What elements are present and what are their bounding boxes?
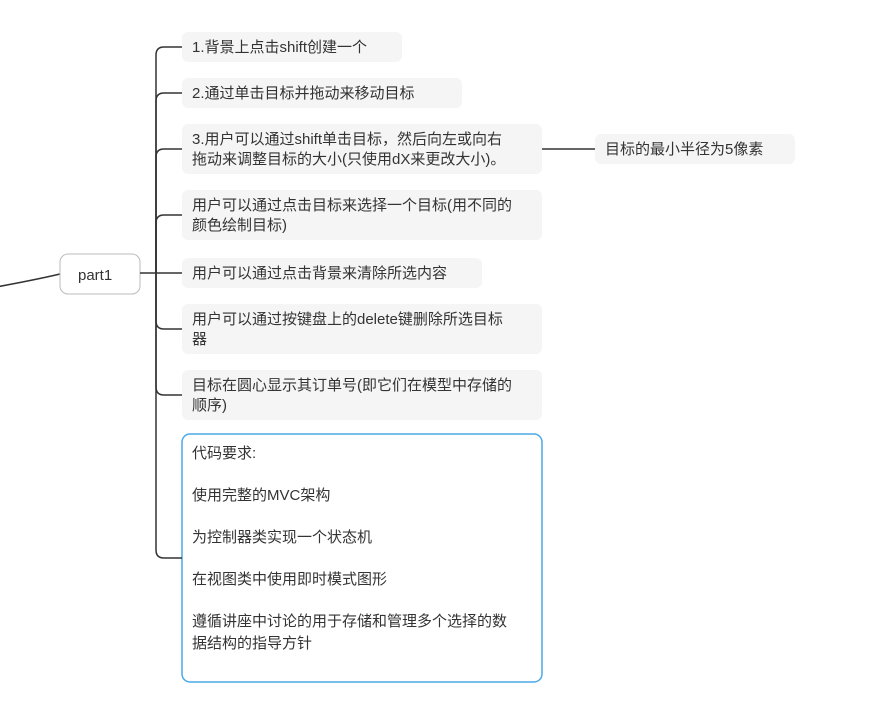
node-2[interactable]: 2.通过单击目标并拖动来移动目标 (182, 78, 462, 108)
node-8-line3: 使用完整的MVC架构 (192, 487, 330, 504)
node-4-line2: 颜色绘制目标) (192, 217, 287, 234)
node-8-selected[interactable]: 代码要求: 使用完整的MVC架构 为控制器类实现一个状态机 在视图类中使用即时模… (182, 434, 542, 682)
node-5[interactable]: 用户可以通过点击背景来清除所选内容 (182, 258, 482, 288)
node-7-line2: 顺序) (192, 397, 227, 414)
mindmap-canvas: part1 1.背景上点击shift创建一个 2.通过单击目标并拖动来移动目标 … (0, 0, 869, 703)
node-2-text: 2.通过单击目标并拖动来移动目标 (192, 85, 415, 102)
node-6[interactable]: 用户可以通过按键盘上的delete键删除所选目标 器 (182, 304, 542, 354)
node-6-line2: 器 (192, 331, 207, 348)
node-4[interactable]: 用户可以通过点击目标来选择一个目标(用不同的 颜色绘制目标) (182, 190, 542, 240)
root-label: part1 (78, 267, 112, 284)
node-3[interactable]: 3.用户可以通过shift单击目标，然后向左或向右 拖动来调整目标的大小(只使用… (182, 124, 542, 174)
node-5-text: 用户可以通过点击背景来清除所选内容 (192, 265, 447, 282)
node-3-line2: 拖动来调整目标的大小(只使用dX来更改大小)。 (192, 151, 505, 168)
node-8-line1: 代码要求: (192, 445, 256, 462)
node-3-child[interactable]: 目标的最小半径为5像素 (595, 134, 795, 164)
node-8-line5: 为控制器类实现一个状态机 (192, 529, 372, 546)
node-3-child-text: 目标的最小半径为5像素 (605, 141, 763, 158)
node-1-text: 1.背景上点击shift创建一个 (192, 39, 367, 56)
node-8-line9: 遵循讲座中讨论的用于存储和管理多个选择的数 (192, 612, 507, 630)
node-8-line7: 在视图类中使用即时模式图形 (192, 571, 387, 588)
node-8-line10: 据结构的指导方针 (192, 635, 312, 652)
root-node[interactable]: part1 (60, 254, 140, 294)
branches (156, 47, 182, 558)
root-incoming-branch (0, 274, 60, 290)
node-3-line1: 3.用户可以通过shift单击目标，然后向左或向右 (192, 131, 502, 148)
node-1[interactable]: 1.背景上点击shift创建一个 (182, 32, 402, 62)
node-4-line1: 用户可以通过点击目标来选择一个目标(用不同的 (192, 197, 512, 214)
node-7-line1: 目标在圆心显示其订单号(即它们在模型中存储的 (192, 376, 512, 394)
node-7[interactable]: 目标在圆心显示其订单号(即它们在模型中存储的 顺序) (182, 370, 542, 420)
node-6-line1: 用户可以通过按键盘上的delete键删除所选目标 (192, 310, 503, 328)
